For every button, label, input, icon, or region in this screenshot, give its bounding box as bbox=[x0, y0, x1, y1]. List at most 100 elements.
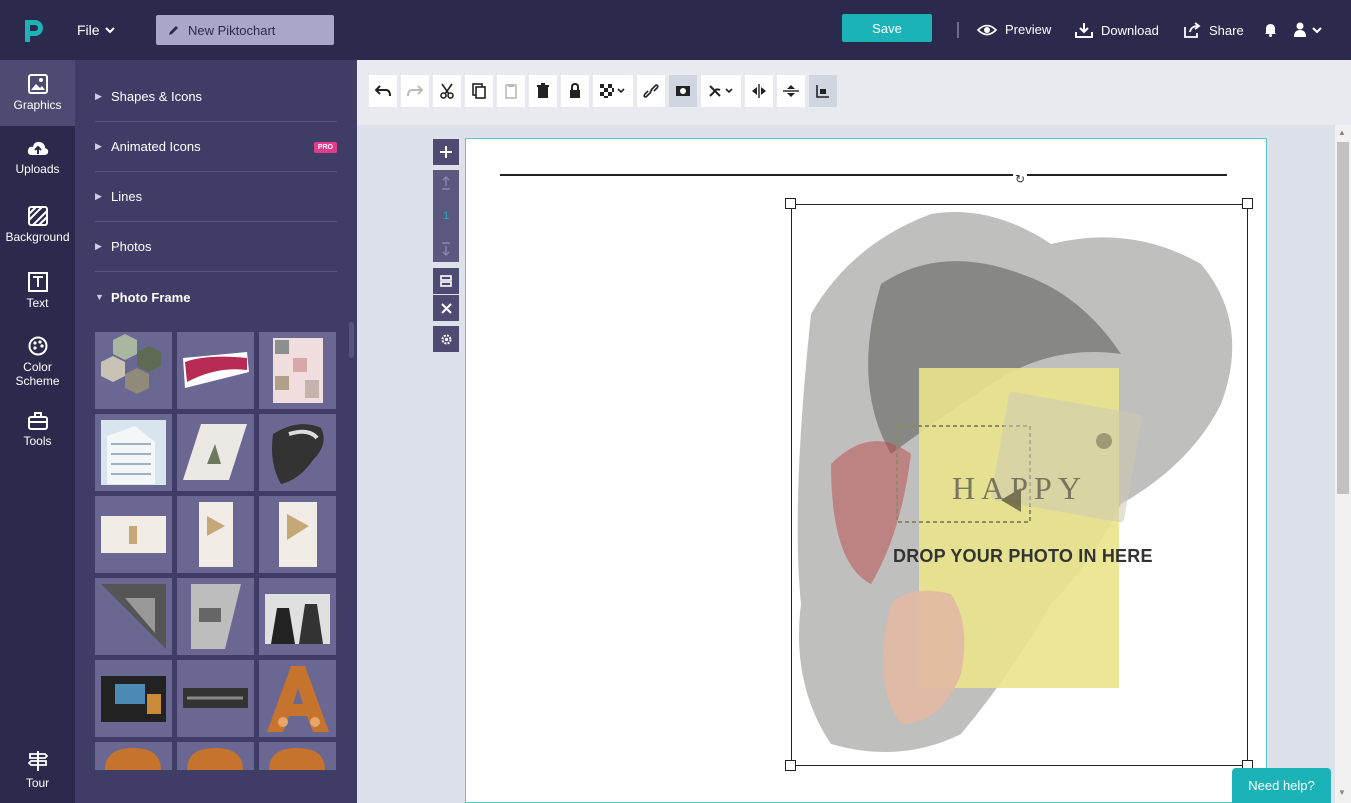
text-icon bbox=[27, 272, 48, 292]
pro-badge: PRO bbox=[313, 142, 337, 153]
background-pattern-icon bbox=[27, 206, 48, 226]
section-photos[interactable]: ▶ Photos bbox=[95, 222, 337, 272]
rail-item-color-scheme[interactable]: Color Scheme bbox=[0, 336, 75, 388]
frame-thumb-hexagons[interactable] bbox=[95, 332, 172, 409]
share-icon bbox=[1184, 22, 1201, 38]
signpost-icon bbox=[27, 751, 48, 771]
pencil-icon bbox=[169, 26, 178, 35]
paste-button[interactable] bbox=[497, 75, 525, 107]
save-button[interactable]: Save bbox=[842, 14, 932, 42]
frame-thumb-parallelogram[interactable] bbox=[177, 414, 254, 491]
share-button[interactable]: Share bbox=[1184, 22, 1244, 38]
document-title-field[interactable]: New Piktochart bbox=[156, 15, 334, 45]
section-lines[interactable]: ▶ Lines bbox=[95, 172, 337, 222]
duplicate-page-button[interactable] bbox=[433, 268, 459, 294]
rail-item-graphics[interactable]: Graphics bbox=[0, 60, 75, 126]
portrait-frame-icon bbox=[199, 502, 233, 567]
eye-icon bbox=[977, 24, 997, 35]
section-shapes-icons[interactable]: ▶ Shapes & Icons bbox=[95, 72, 337, 122]
flip-horizontal-button[interactable] bbox=[745, 75, 773, 107]
rail-label: Text bbox=[26, 296, 49, 310]
landscape-frame-icon bbox=[101, 516, 166, 553]
frame-thumb-trapezoid[interactable] bbox=[177, 578, 254, 655]
rail-label: Background bbox=[5, 230, 70, 244]
section-label: Lines bbox=[111, 189, 143, 204]
frame-thumb-letter-a[interactable] bbox=[259, 660, 336, 737]
arrow-down-icon bbox=[442, 242, 450, 256]
arrow-up-icon bbox=[442, 176, 450, 190]
account-menu[interactable] bbox=[1294, 22, 1322, 37]
delete-button[interactable] bbox=[529, 75, 557, 107]
mask-icon bbox=[676, 86, 690, 96]
frame-thumb-partial-2[interactable] bbox=[177, 742, 254, 770]
document-title: New Piktochart bbox=[188, 22, 276, 38]
caret-right-icon: ▶ bbox=[95, 191, 102, 201]
frame-thumb-portrait-2[interactable] bbox=[259, 496, 336, 573]
rail-item-uploads[interactable]: Uploads bbox=[0, 140, 75, 176]
cut-button[interactable] bbox=[433, 75, 461, 107]
share-label: Share bbox=[1209, 22, 1244, 38]
redo-button[interactable] bbox=[401, 75, 429, 107]
transparency-dropdown[interactable] bbox=[593, 75, 633, 107]
rotate-handle-icon[interactable]: ↻ bbox=[1013, 172, 1027, 186]
caret-right-icon: ▶ bbox=[95, 241, 102, 251]
mask-button[interactable] bbox=[669, 75, 697, 107]
file-menu[interactable]: File bbox=[77, 22, 115, 38]
letter-a-frame-icon bbox=[267, 666, 329, 732]
copy-icon bbox=[472, 83, 486, 99]
flip-vertical-button[interactable] bbox=[777, 75, 805, 107]
frame-thumb-portrait-1[interactable] bbox=[177, 496, 254, 573]
download-button[interactable]: Download bbox=[1075, 22, 1159, 38]
move-page-down-button[interactable] bbox=[433, 236, 459, 262]
rail-item-background[interactable]: Background bbox=[0, 206, 75, 244]
frame-thumb-strip[interactable] bbox=[177, 660, 254, 737]
move-page-up-button[interactable] bbox=[433, 170, 459, 196]
page-settings-button[interactable] bbox=[433, 326, 459, 352]
panel-scrollbar[interactable] bbox=[349, 322, 354, 358]
resize-handle-bottom-left[interactable] bbox=[785, 760, 796, 771]
rail-item-text[interactable]: Text bbox=[0, 272, 75, 310]
download-icon bbox=[1075, 23, 1093, 38]
devices-frame-icon bbox=[101, 676, 166, 722]
add-page-button[interactable] bbox=[433, 139, 459, 165]
palette-icon bbox=[28, 336, 47, 356]
frame-thumb-brush-bw[interactable] bbox=[259, 414, 336, 491]
bell-icon[interactable] bbox=[1264, 22, 1277, 37]
rail-label: Tools bbox=[23, 434, 52, 448]
scroll-up-arrow-icon[interactable]: ▲ bbox=[1338, 128, 1346, 137]
undo-button[interactable] bbox=[369, 75, 397, 107]
frame-thumb-diagonal[interactable] bbox=[95, 578, 172, 655]
frame-thumb-brush-red[interactable] bbox=[177, 332, 254, 409]
section-photo-frame[interactable]: ▼ Photo Frame bbox=[95, 272, 337, 322]
resize-handle-top-right[interactable] bbox=[1242, 198, 1253, 209]
frame-thumb-people[interactable] bbox=[259, 578, 336, 655]
need-help-button[interactable]: Need help? bbox=[1232, 768, 1331, 803]
frame-thumb-building[interactable] bbox=[95, 414, 172, 491]
rail-item-tools[interactable]: Tools bbox=[0, 412, 75, 448]
preview-button[interactable]: Preview bbox=[977, 22, 1051, 37]
arrange-icon bbox=[816, 85, 829, 98]
resize-handle-top-left[interactable] bbox=[785, 198, 796, 209]
link-button[interactable] bbox=[637, 75, 665, 107]
lock-button[interactable] bbox=[561, 75, 589, 107]
redo-icon bbox=[407, 85, 423, 97]
frame-thumb-devices[interactable] bbox=[95, 660, 172, 737]
paste-icon bbox=[505, 84, 517, 99]
scrollbar-thumb[interactable] bbox=[1337, 142, 1349, 494]
frame-thumb-partial-3[interactable] bbox=[259, 742, 336, 770]
image-icon bbox=[27, 74, 48, 94]
frame-thumb-collage[interactable] bbox=[259, 332, 336, 409]
left-rail: Graphics Uploads Background Text Color S… bbox=[0, 60, 75, 803]
piktochart-logo-icon[interactable] bbox=[22, 16, 48, 44]
frame-thumb-partial-1[interactable] bbox=[95, 742, 172, 770]
arrange-button[interactable] bbox=[809, 75, 837, 107]
delete-page-button[interactable] bbox=[433, 295, 459, 321]
horizontal-line-element[interactable] bbox=[500, 174, 1227, 176]
frame-thumb-landscape[interactable] bbox=[95, 496, 172, 573]
copy-button[interactable] bbox=[465, 75, 493, 107]
scroll-down-arrow-icon[interactable]: ▼ bbox=[1338, 788, 1346, 797]
section-animated-icons[interactable]: ▶ Animated Icons PRO bbox=[95, 122, 337, 172]
replace-dropdown[interactable] bbox=[701, 75, 741, 107]
strip-frame-icon bbox=[183, 688, 248, 708]
rail-item-tour[interactable]: Tour bbox=[0, 750, 75, 790]
